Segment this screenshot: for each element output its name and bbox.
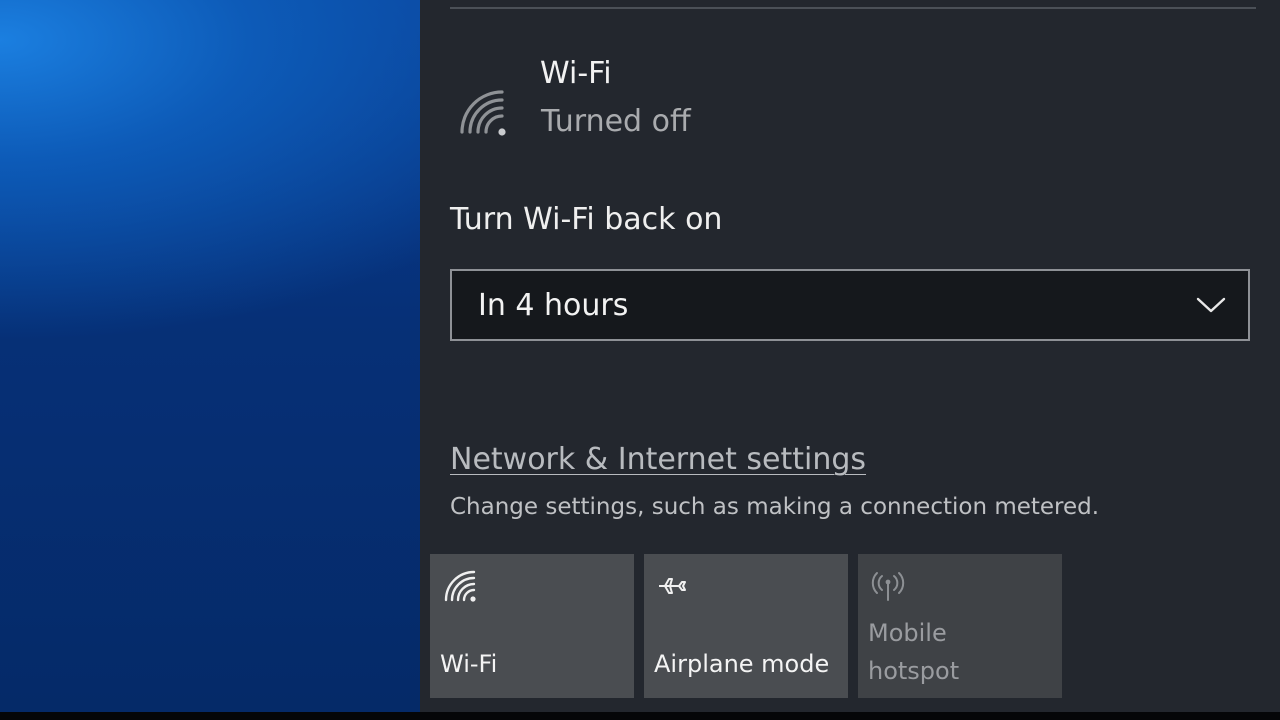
dropdown-selected-value: In 4 hours	[478, 288, 629, 323]
airplane-icon	[659, 578, 686, 594]
wifi-icon	[444, 570, 476, 602]
tile-label-airplane-mode: Airplane mode	[654, 650, 830, 678]
settings-description: Change settings, such as making a connec…	[450, 494, 1100, 520]
turn-wifi-back-on-label: Turn Wi-Fi back on	[450, 202, 723, 237]
chevron-down-icon	[1196, 297, 1226, 313]
taskbar-edge	[0, 712, 1280, 720]
network-internet-settings-link[interactable]: Network & Internet settings	[450, 442, 866, 477]
tile-label-mobile-hotspot: Mobile hotspot	[868, 614, 959, 690]
wifi-title: Wi-Fi	[540, 56, 612, 91]
mobile-hotspot-tile[interactable]: Mobile hotspot	[858, 554, 1062, 698]
wifi-off-icon	[460, 90, 506, 136]
desktop-background	[0, 0, 420, 712]
turn-back-on-dropdown[interactable]: In 4 hours	[450, 269, 1250, 341]
hotspot-icon	[871, 572, 905, 601]
wifi-quick-action-tile[interactable]: Wi-Fi	[430, 554, 634, 698]
airplane-mode-tile[interactable]: Airplane mode	[644, 554, 848, 698]
top-divider	[450, 7, 1256, 9]
wifi-status-text: Turned off	[541, 104, 691, 139]
tile-label-line2: hotspot	[868, 657, 960, 685]
tile-label-wifi: Wi-Fi	[440, 650, 498, 678]
tile-label-line1: Mobile	[868, 619, 947, 647]
